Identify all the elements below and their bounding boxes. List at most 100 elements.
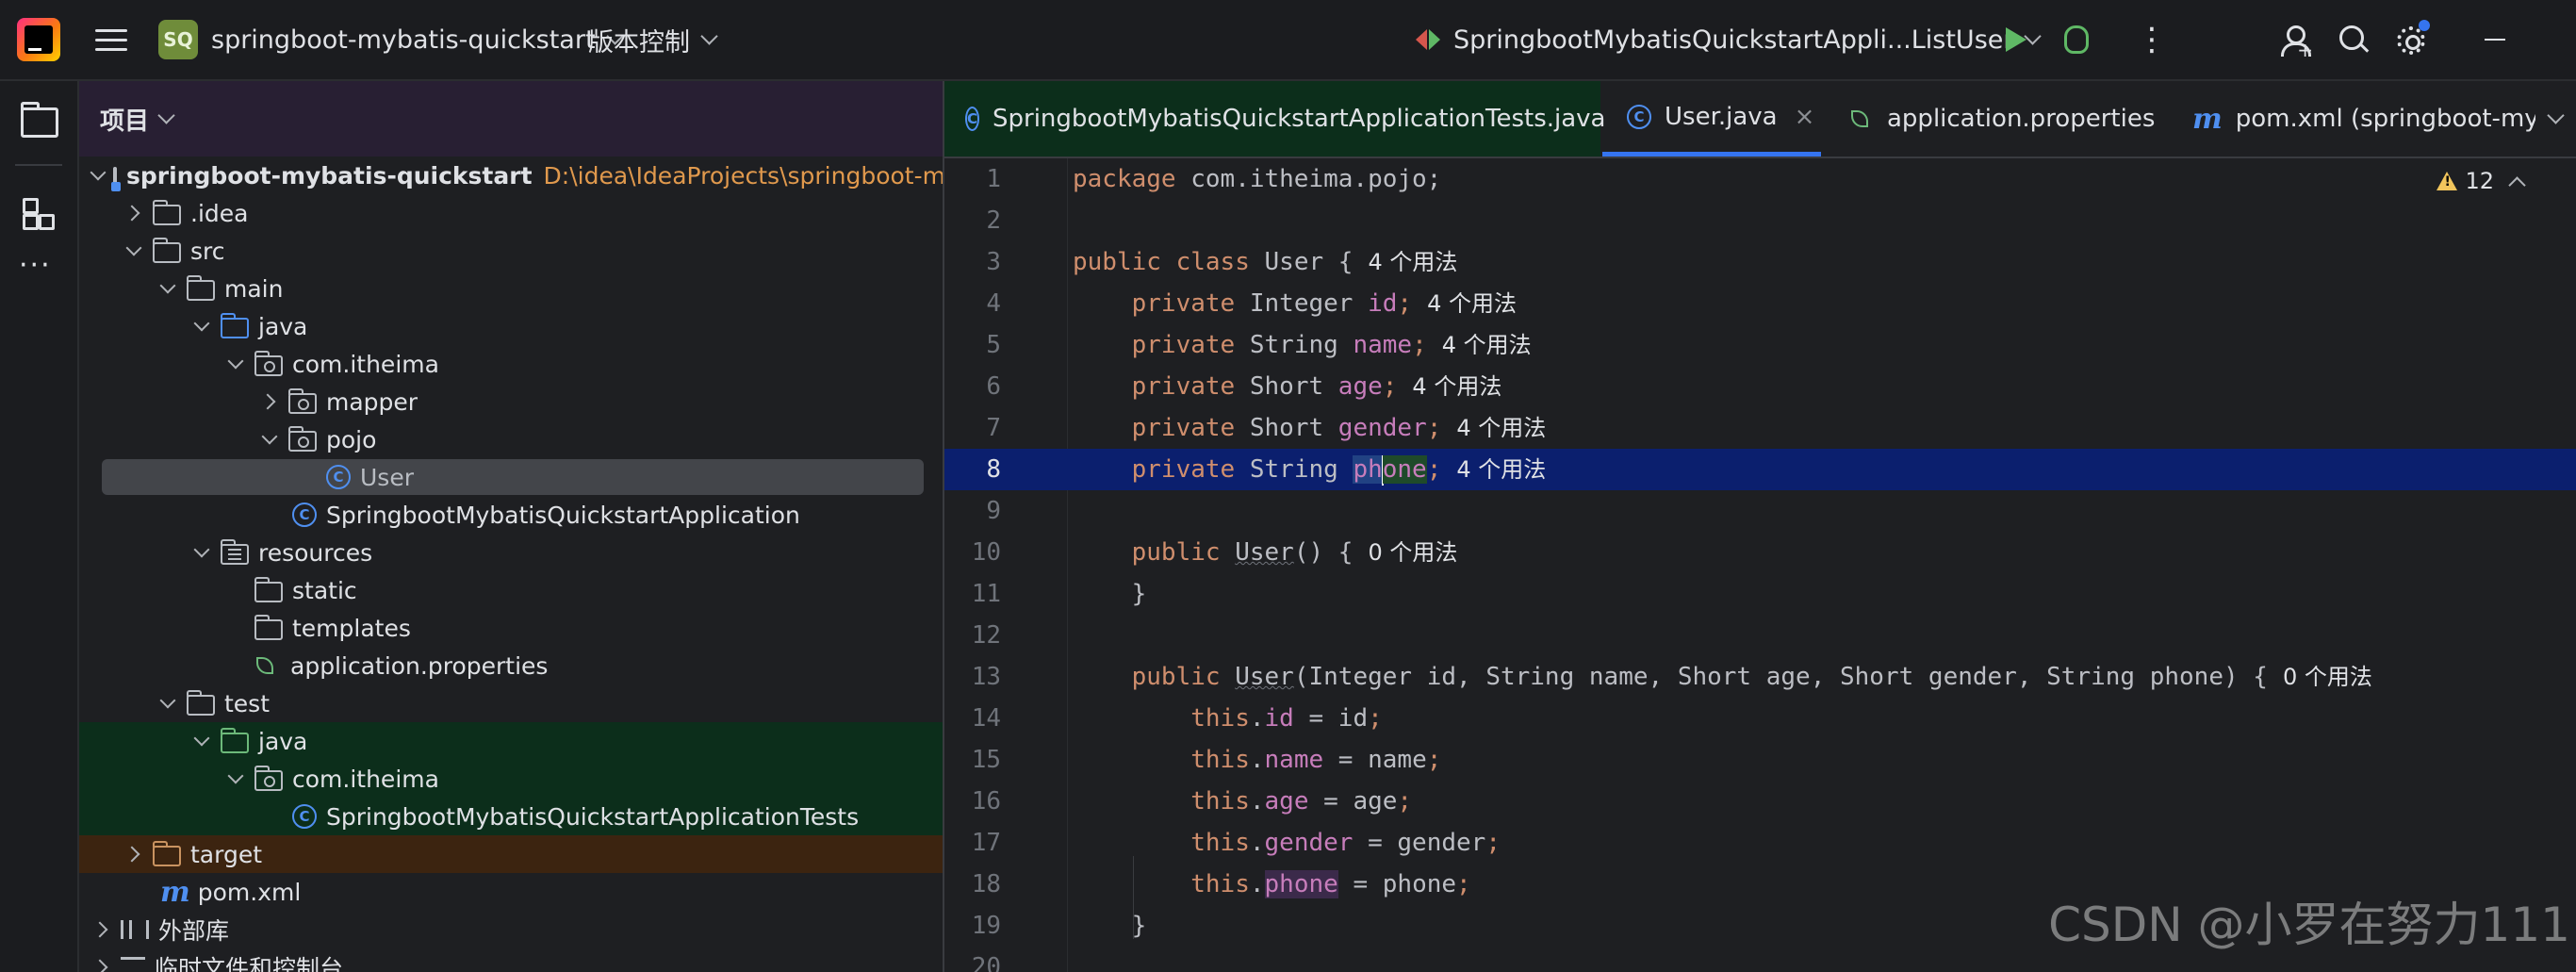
collapse-arrow-icon[interactable] [192,722,211,760]
code-line[interactable]: 16 this.age = age; [944,781,2576,822]
project-panel-header[interactable]: 项目 [79,81,943,157]
run-config-selector[interactable]: SpringbootMybatisQuickstartAppli...ListU… [1414,0,2043,79]
close-icon[interactable]: × [1795,103,1815,131]
code-text: this.age = age; [1190,787,1413,815]
collapse-arrow-icon[interactable] [92,157,104,194]
project-tool-button[interactable] [19,100,58,138]
debug-button[interactable] [2064,0,2089,79]
tree-node-target[interactable]: target [79,835,943,873]
code-line[interactable]: 6 private Short age; 4 个用法 [944,366,2576,407]
settings-button[interactable] [2394,0,2430,79]
tab-application-properties[interactable]: application.properties [1840,81,2155,157]
main-menu-icon[interactable] [94,0,128,79]
code-editor[interactable]: 12 1 package com.itheima.pojo; 2 3 publi… [944,158,2576,972]
tree-node-application[interactable]: C SpringbootMybatisQuickstartApplication [79,496,943,534]
usage-hint[interactable]: 0 个用法 [1368,539,1457,566]
package-icon [254,766,283,791]
tree-node-java[interactable]: java [79,307,943,345]
usage-hint[interactable]: 4 个用法 [1442,332,1532,358]
code-line[interactable]: 12 [944,615,2576,656]
gear-icon [2394,20,2430,56]
expand-arrow-icon[interactable] [260,383,279,420]
line-number: 16 [971,787,1001,815]
tree-node-test-java[interactable]: java [79,722,943,760]
tree-node-package[interactable]: com.itheima [79,345,943,383]
collapse-arrow-icon[interactable] [226,760,245,798]
code-line[interactable]: 17 this.gender = gender; [944,822,2576,864]
usage-hint[interactable]: 4 个用法 [1427,290,1517,317]
tree-node-external-libraries[interactable]: 外部库 [79,911,943,948]
search-button[interactable] [2338,0,2370,79]
code-line[interactable]: 2 [944,200,2576,241]
usage-hint[interactable]: 4 个用法 [1412,373,1501,400]
code-line[interactable]: 15 this.name = name; [944,739,2576,781]
usage-hint[interactable]: 0 个用法 [2283,664,2372,690]
more-tools-icon[interactable]: ··· [19,249,57,287]
code-line[interactable]: 7 private Short gender; 4 个用法 [944,407,2576,449]
tree-node-templates[interactable]: templates [79,609,943,647]
code-line[interactable]: 5 private String name; 4 个用法 [944,324,2576,366]
tree-node-label: User [360,463,414,491]
line-number: 3 [986,248,1001,276]
tree-node-main[interactable]: main [79,270,943,307]
project-path: D:\idea\IdeaProjects\springboot-myb [543,161,943,189]
tab-user-java[interactable]: C User.java × [1602,81,1821,157]
code-line-current[interactable]: 8 private String phone; 4 个用法 [944,449,2576,490]
project-selector[interactable]: SQ springboot-mybatis-quickstart [158,0,624,79]
code-line[interactable]: 13 public User(Integer id, String name, … [944,656,2576,698]
tree-node-root[interactable]: springboot-mybatis-quickstart D:\idea\Id… [79,157,943,194]
project-panel: 项目 springboot-mybatis-quickstart D:\idea… [79,81,943,972]
tree-node-tests-class[interactable]: C SpringbootMybatisQuickstartApplication… [79,798,943,835]
expand-arrow-icon[interactable] [124,194,143,232]
structure-tool-button[interactable] [19,194,57,232]
collapse-arrow-icon[interactable] [226,345,245,383]
intellij-logo-icon[interactable] [17,18,60,61]
code-line[interactable]: 9 [944,490,2576,532]
tree-node-mapper[interactable]: mapper [79,383,943,420]
tab-application-tests[interactable]: C SpringbootMybatisQuickstartApplication… [944,81,1606,157]
tree-node-resources[interactable]: resources [79,534,943,571]
tree-node-pojo[interactable]: pojo [79,420,943,458]
tree-node-pom[interactable]: m pom.xml [79,873,943,911]
tree-node-user[interactable]: C User [79,458,943,496]
usage-hint[interactable]: 4 个用法 [1456,415,1546,441]
tree-node-static[interactable]: static [79,571,943,609]
tabs-overflow-button[interactable] [2535,81,2576,157]
expand-arrow-icon[interactable] [92,911,111,948]
minimize-button[interactable] [2485,0,2505,79]
tab-pom-xml[interactable]: m pom.xml (springboot-myb [2192,81,2554,157]
usage-hint[interactable]: 4 个用法 [1368,249,1457,275]
collapse-arrow-icon[interactable] [260,420,279,458]
code-line[interactable]: 4 private Integer id; 4 个用法 [944,283,2576,324]
vcs-menu[interactable]: 版本控制 [588,0,718,79]
vcs-label: 版本控制 [588,27,690,58]
collapse-arrow-icon[interactable] [124,232,143,270]
line-number: 15 [971,746,1001,774]
collapse-arrow-icon[interactable] [158,270,177,307]
expand-arrow-icon[interactable] [92,948,111,972]
collapse-arrow-icon[interactable] [158,684,177,722]
more-actions-icon[interactable]: ⋮ [2136,0,2168,79]
code-text: public User(Integer id, String name, Sho… [1131,663,2372,691]
usage-hint[interactable]: 4 个用法 [1456,456,1546,483]
tree-node-test[interactable]: test [79,684,943,722]
tree-node-src[interactable]: src [79,232,943,270]
code-line[interactable]: 10 public User() {0 个用法 [944,532,2576,573]
code-text: } [1073,912,1147,940]
tree-node-scratches[interactable]: 临时文件和控制台 [79,948,943,972]
code-line[interactable]: 14 this.id = id; [944,698,2576,739]
run-button[interactable] [2006,0,2026,79]
collapse-arrow-icon[interactable] [192,307,211,345]
code-text: package com.itheima.pojo; [1073,165,1442,193]
collapse-arrow-icon[interactable] [192,534,211,571]
add-user-button[interactable]: + [2281,0,2313,79]
project-badge: SQ [158,20,198,59]
code-line[interactable]: 3 public class User {4 个用法 [944,241,2576,283]
tree-node-application-properties[interactable]: application.properties [79,647,943,684]
tree-node-idea[interactable]: .idea [79,194,943,232]
watermark: CSDN @小罗在努力111 [2048,898,2570,952]
code-line[interactable]: 11 } [944,573,2576,615]
code-line[interactable]: 1 package com.itheima.pojo; [944,158,2576,200]
tree-node-test-package[interactable]: com.itheima [79,760,943,798]
expand-arrow-icon[interactable] [124,835,143,873]
